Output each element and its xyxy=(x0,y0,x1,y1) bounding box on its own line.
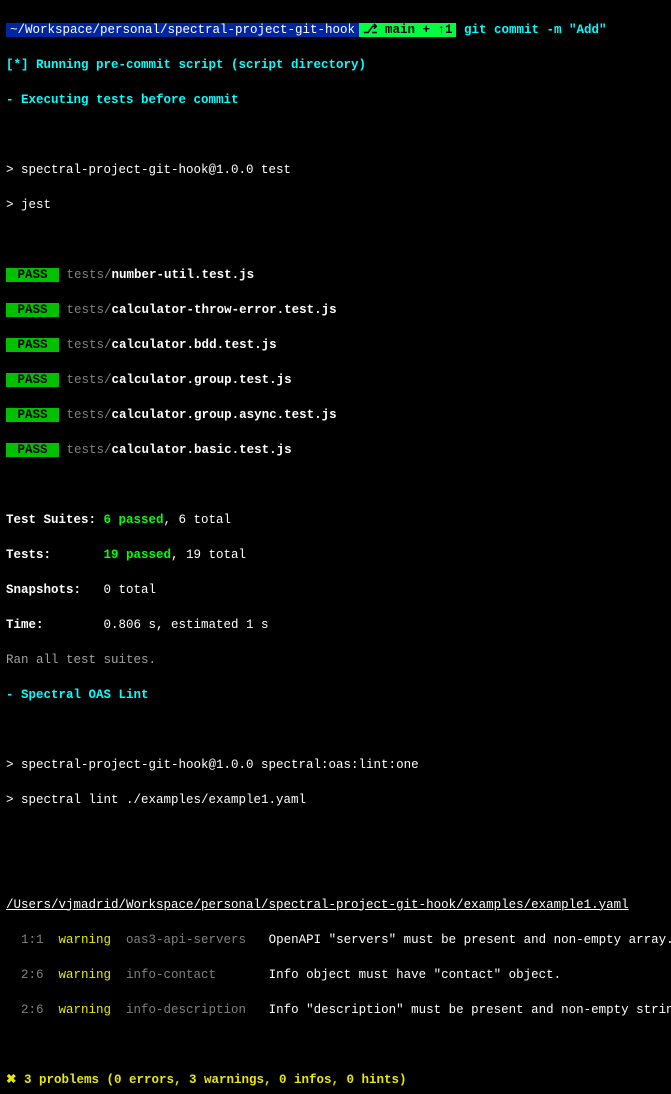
pass-badge: PASS xyxy=(6,303,59,317)
prompt-path: ~/Workspace/personal/spectral-project-gi… xyxy=(6,23,359,37)
time-summary: Time: 0.806 s, estimated 1 s xyxy=(6,617,665,635)
pass-badge: PASS xyxy=(6,443,59,457)
pass-badge: PASS xyxy=(6,373,59,387)
test-result-line: PASS tests/calculator.group.async.test.j… xyxy=(6,407,665,425)
lint-finding: 2:6 warning info-description Info "descr… xyxy=(6,1002,665,1020)
tests-summary: Tests: 19 passed, 19 total xyxy=(6,547,665,565)
prompt-line-1: ~/Workspace/personal/spectral-project-gi… xyxy=(6,22,665,40)
npm-lint-line: > spectral-project-git-hook@1.0.0 spectr… xyxy=(6,757,665,775)
snapshots-summary: Snapshots: 0 total xyxy=(6,582,665,600)
lint-file-path: /Users/vjmadrid/Workspace/personal/spect… xyxy=(6,897,665,915)
pass-badge: PASS xyxy=(6,338,59,352)
lint-header: - Spectral OAS Lint xyxy=(6,687,665,705)
npm-test-line: > jest xyxy=(6,197,665,215)
command-text: git commit -m "Add" xyxy=(464,23,607,37)
precommit-line: - Executing tests before commit xyxy=(6,92,665,110)
npm-lint-line: > spectral lint ./examples/example1.yaml xyxy=(6,792,665,810)
problems-summary: ✖ 3 problems (0 errors, 3 warnings, 0 in… xyxy=(6,1072,665,1090)
suites-summary: Test Suites: 6 passed, 6 total xyxy=(6,512,665,530)
precommit-line: [*] Running pre-commit script (script di… xyxy=(6,57,665,75)
npm-test-line: > spectral-project-git-hook@1.0.0 test xyxy=(6,162,665,180)
test-result-line: PASS tests/calculator.bdd.test.js xyxy=(6,337,665,355)
test-result-line: PASS tests/number-util.test.js xyxy=(6,267,665,285)
pass-badge: PASS xyxy=(6,408,59,422)
test-result-line: PASS tests/calculator.group.test.js xyxy=(6,372,665,390)
pass-badge: PASS xyxy=(6,268,59,282)
prompt-branch: ⎇ main + ↑1 xyxy=(359,23,456,37)
lint-finding: 1:1 warning oas3-api-servers OpenAPI "se… xyxy=(6,932,665,950)
test-result-line: PASS tests/calculator.basic.test.js xyxy=(6,442,665,460)
ran-suites: Ran all test suites. xyxy=(6,652,665,670)
terminal-output[interactable]: ~/Workspace/personal/spectral-project-gi… xyxy=(6,4,665,1094)
lint-finding: 2:6 warning info-contact Info object mus… xyxy=(6,967,665,985)
test-result-line: PASS tests/calculator-throw-error.test.j… xyxy=(6,302,665,320)
